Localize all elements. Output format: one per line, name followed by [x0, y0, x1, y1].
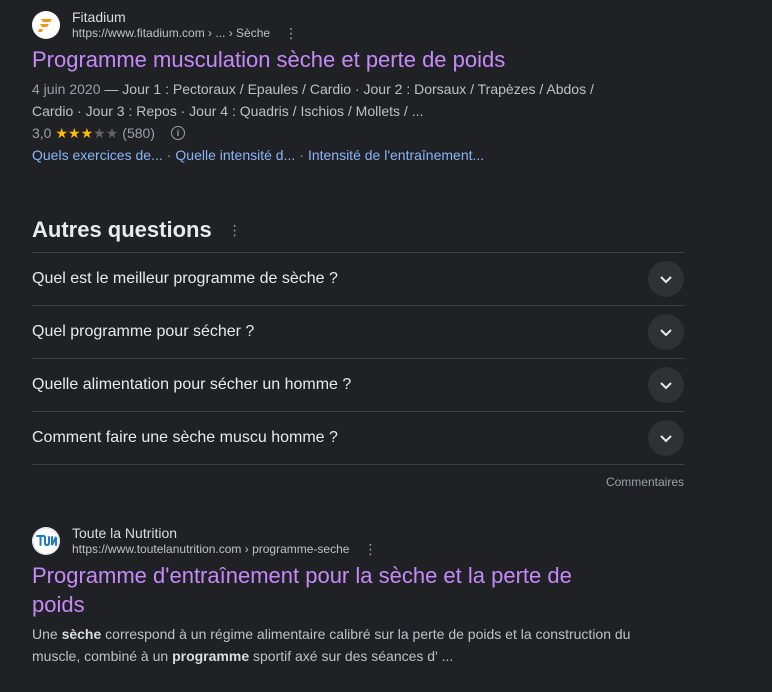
- paa-question[interactable]: Quelle alimentation pour sécher un homme…: [32, 359, 684, 412]
- site-name: Fitadium: [72, 9, 126, 25]
- paa-header: Autres questions ⋮: [32, 214, 684, 246]
- paa-question[interactable]: Quel est le meilleur programme de sèche …: [32, 253, 684, 306]
- toutelanutrition-logo: [32, 527, 60, 555]
- site-header[interactable]: Fitadium https://www.fitadium.com › ... …: [32, 9, 652, 41]
- rating-stars: ★★★★★: [55, 122, 118, 144]
- sitelinks: Quels exercices de... · Quelle intensité d…: [32, 144, 652, 166]
- chevron-down-icon[interactable]: [648, 420, 684, 456]
- site-header[interactable]: Toute la Nutrition https://www.toutelanu…: [32, 525, 652, 557]
- site-url-row: https://www.toutelanutrition.com › progr…: [72, 541, 377, 557]
- separator: ·: [166, 147, 172, 163]
- rating-count: (580): [122, 125, 155, 141]
- snippet-emphasis: programme: [172, 648, 250, 664]
- sitelink-1[interactable]: Quels exercices de...: [32, 147, 163, 163]
- paa-question[interactable]: Quel programme pour sécher ?: [32, 306, 684, 359]
- chevron-down-icon[interactable]: [648, 261, 684, 297]
- paa-question-text: Comment faire une sèche muscu homme ?: [32, 429, 338, 446]
- star-icon: ★: [68, 125, 81, 141]
- paa-title: Autres questions: [32, 217, 212, 242]
- snippet-line-2: Cardio · Jour 3 : Repos · Jour 4 : Quadr…: [32, 103, 424, 119]
- site-url: https://www.fitadium.com › ... › Sèche: [72, 26, 271, 40]
- star-icon: ★: [80, 125, 94, 141]
- feedback-link[interactable]: Commentaires: [32, 475, 684, 489]
- site-url: https://www.toutelanutrition.com › progr…: [72, 542, 350, 556]
- paa-question-text: Quel est le meilleur programme de sèche …: [32, 270, 338, 287]
- result-date: 4 juin 2020: [32, 81, 101, 97]
- star-icon: ★: [93, 125, 106, 141]
- snippet-emphasis: sèche: [61, 626, 102, 642]
- site-url-row: https://www.fitadium.com › ... › Sèche ⋮: [72, 25, 298, 41]
- result-title-link[interactable]: Programme d'entraînement pour la sèche e…: [32, 561, 612, 619]
- fitadium-logo: [32, 11, 60, 39]
- paa-question-text: Quel programme pour sécher ?: [32, 323, 255, 340]
- result-snippet: Une sèche correspond à un régime aliment…: [32, 623, 642, 667]
- snippet-text: sportif axé sur des séances d' ...: [249, 648, 454, 664]
- separator: ·: [299, 147, 304, 163]
- more-vert-icon[interactable]: ⋮: [228, 222, 242, 239]
- rating-value: 3,0: [32, 125, 52, 141]
- chevron-down-icon[interactable]: [648, 314, 684, 350]
- star-icon: ★: [105, 125, 119, 141]
- search-result-toutelanutrition: Toute la Nutrition https://www.toutelanu…: [32, 525, 652, 667]
- sitelink-2[interactable]: Quelle intensité d...: [175, 147, 295, 163]
- chevron-down-icon[interactable]: [648, 367, 684, 403]
- more-vert-icon[interactable]: ⋮: [363, 541, 377, 557]
- paa-question-text: Quelle alimentation pour sécher un homme…: [32, 376, 352, 393]
- paa-list: Quel est le meilleur programme de sèche …: [32, 252, 684, 465]
- snippet-line-1: — Jour 1 : Pectoraux / Epaules / Cardio …: [100, 81, 594, 97]
- site-name: Toute la Nutrition: [72, 525, 178, 541]
- more-vert-icon[interactable]: ⋮: [284, 25, 298, 41]
- rating-row: 3,0 ★★★★★ (580) i: [32, 122, 652, 144]
- sitelink-3[interactable]: Intensité de l'entraînement...: [308, 147, 484, 163]
- info-icon[interactable]: i: [170, 126, 185, 140]
- people-also-ask: Autres questions ⋮ Quel est le meilleur …: [32, 214, 684, 489]
- result-title-link[interactable]: Programme musculation sèche et perte de …: [32, 45, 652, 74]
- search-result-fitadium: Fitadium https://www.fitadium.com › ... …: [32, 9, 652, 166]
- snippet-text: Une: [32, 626, 62, 642]
- paa-question[interactable]: Comment faire une sèche muscu homme ?: [32, 412, 684, 465]
- star-icon: ★: [55, 125, 69, 141]
- result-snippet: 4 juin 2020 — Jour 1 : Pectoraux / Epaul…: [32, 78, 652, 122]
